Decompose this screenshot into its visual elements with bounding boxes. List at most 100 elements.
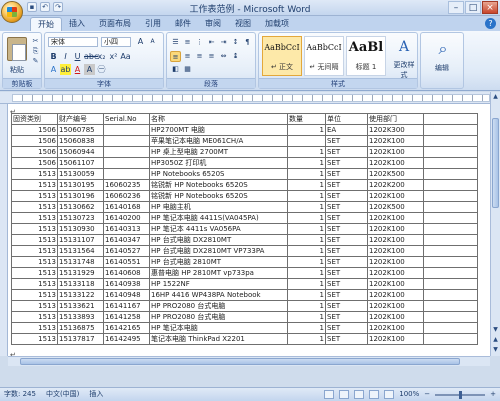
previous-page-icon[interactable]: ▲ <box>492 336 499 344</box>
table-cell[interactable]: 1513 <box>11 201 58 213</box>
table-cell[interactable]: 1513 <box>11 278 58 290</box>
table-cell[interactable]: 15136875 <box>57 322 104 334</box>
table-cell[interactable]: 1202K100 <box>367 135 424 147</box>
grow-font-icon[interactable]: A <box>135 36 146 47</box>
table-cell[interactable] <box>103 135 150 147</box>
strikethrough-icon[interactable]: abc <box>84 51 98 62</box>
table-cell[interactable] <box>423 300 478 312</box>
table-cell[interactable]: HP 电脑主机 <box>149 201 288 213</box>
table-cell[interactable]: 1202K500 <box>367 168 424 180</box>
table-cell[interactable]: 16140200 <box>103 212 150 224</box>
table-cell[interactable]: 15133893 <box>57 311 104 323</box>
table-cell[interactable]: 1513 <box>11 289 58 301</box>
table-cell[interactable] <box>423 124 478 136</box>
tab-5[interactable]: 审阅 <box>198 17 228 31</box>
tab-6[interactable]: 视图 <box>228 17 258 31</box>
sort-icon[interactable]: ↕ <box>230 37 241 48</box>
help-icon[interactable]: ? <box>485 18 496 29</box>
table-cell[interactable]: 16140313 <box>103 223 150 235</box>
char-shading-icon[interactable]: A <box>84 64 95 75</box>
table-cell[interactable]: 1513 <box>11 179 58 191</box>
table-cell[interactable]: SET <box>325 300 368 312</box>
table-cell[interactable]: 15060785 <box>57 124 104 136</box>
table-cell[interactable]: 15130195 <box>57 179 104 191</box>
vertical-scroll-thumb[interactable] <box>492 118 499 208</box>
table-cell[interactable]: 1513 <box>11 267 58 279</box>
print-layout-view-icon[interactable] <box>324 390 335 399</box>
table-cell[interactable]: 1202K100 <box>367 223 424 235</box>
table-cell[interactable]: 1 <box>287 278 326 290</box>
table-cell[interactable]: 1 <box>287 234 326 246</box>
table-cell[interactable]: 1 <box>287 157 326 169</box>
table-cell[interactable]: 15130662 <box>57 201 104 213</box>
format-painter-icon[interactable]: ✎ <box>31 57 40 65</box>
table-cell[interactable]: 1513 <box>11 234 58 246</box>
table-header-cell[interactable]: 财产编号 <box>57 113 104 125</box>
table-cell[interactable]: 铭锐新 HP Notebooks 6520S <box>149 179 288 191</box>
table-header-cell[interactable]: 数量 <box>287 113 326 125</box>
table-cell[interactable]: SET <box>325 146 368 158</box>
web-layout-view-icon[interactable] <box>354 390 365 399</box>
table-cell[interactable]: 1513 <box>11 190 58 202</box>
word-count[interactable]: 字数: 245 <box>4 388 36 401</box>
table-cell[interactable]: 1506 <box>11 146 58 158</box>
table-cell[interactable]: 1 <box>287 124 326 136</box>
table-cell[interactable]: 1513 <box>11 168 58 180</box>
paste-icon[interactable] <box>7 37 27 61</box>
tab-3[interactable]: 引用 <box>138 17 168 31</box>
numbering-icon[interactable]: ≡ <box>182 37 193 48</box>
table-cell[interactable]: HP Notebooks 6520S <box>149 168 288 180</box>
table-cell[interactable]: 1 <box>287 245 326 257</box>
table-cell[interactable]: 16140938 <box>103 278 150 290</box>
table-cell[interactable]: SET <box>325 267 368 279</box>
table-cell[interactable]: 1 <box>287 168 326 180</box>
close-icon[interactable]: × <box>482 1 498 14</box>
table-cell[interactable]: 1 <box>287 256 326 268</box>
table-cell[interactable]: 16141167 <box>103 300 150 312</box>
table-cell[interactable]: HP 台式电脑 2810MT <box>149 256 288 268</box>
table-cell[interactable]: 16140948 <box>103 289 150 301</box>
table-cell[interactable]: 笔记本电脑 ThinkPad X2201 <box>149 333 288 345</box>
table-cell[interactable]: 1202K100 <box>367 289 424 301</box>
tab-0[interactable]: 开始 <box>30 17 62 31</box>
table-cell[interactable] <box>423 179 478 191</box>
table-cell[interactable] <box>423 146 478 158</box>
italic-icon[interactable]: I <box>60 51 71 62</box>
table-cell[interactable] <box>423 113 478 125</box>
font-name-select[interactable]: 宋体 <box>48 37 98 47</box>
table-cell[interactable]: SET <box>325 135 368 147</box>
table-cell[interactable]: 15060944 <box>57 146 104 158</box>
line-spacing-icon[interactable]: ↨ <box>230 51 241 62</box>
table-cell[interactable] <box>423 223 478 235</box>
table-cell[interactable]: 16HP 4416 WP438PA Notebook <box>149 289 288 301</box>
table-cell[interactable]: 1 <box>287 190 326 202</box>
table-cell[interactable]: 1513 <box>11 322 58 334</box>
table-cell[interactable]: 1202K100 <box>367 190 424 202</box>
table-cell[interactable]: 1 <box>287 201 326 213</box>
table-cell[interactable] <box>423 135 478 147</box>
table-cell[interactable] <box>423 311 478 323</box>
table-cell[interactable]: SET <box>325 278 368 290</box>
vertical-scrollbar[interactable]: ▲ ▼ ▲ ▼ <box>490 92 500 356</box>
superscript-icon[interactable]: x² <box>108 51 119 62</box>
table-cell[interactable] <box>423 256 478 268</box>
table-cell[interactable]: 15060838 <box>57 135 104 147</box>
table-cell[interactable]: 1513 <box>11 256 58 268</box>
table-cell[interactable]: 15131929 <box>57 267 104 279</box>
style-normal[interactable]: AaBbCcI ↵ 正文 <box>262 36 302 76</box>
table-cell[interactable]: HP2700MT 电脑 <box>149 124 288 136</box>
minimize-icon[interactable]: – <box>448 1 464 14</box>
tab-7[interactable]: 加载项 <box>258 17 296 31</box>
table-cell[interactable]: 1 <box>287 333 326 345</box>
table-cell[interactable]: 1202K100 <box>367 234 424 246</box>
document-page[interactable]: ↵ 固资类别 财产编号 Serial.No 名称 数量 单位 使用部门 1506 1506078… <box>8 104 490 356</box>
table-cell[interactable]: HP 笔记本 4411s VA056PA <box>149 223 288 235</box>
table-cell[interactable]: SET <box>325 289 368 301</box>
office-button[interactable] <box>1 1 23 23</box>
insert-mode[interactable]: 插入 <box>89 388 103 401</box>
table-cell[interactable] <box>103 146 150 158</box>
table-cell[interactable]: 1202K100 <box>367 278 424 290</box>
table-cell[interactable]: 16140527 <box>103 245 150 257</box>
table-cell[interactable]: SET <box>325 179 368 191</box>
table-cell[interactable]: HP PRO2080 台式电脑 <box>149 311 288 323</box>
